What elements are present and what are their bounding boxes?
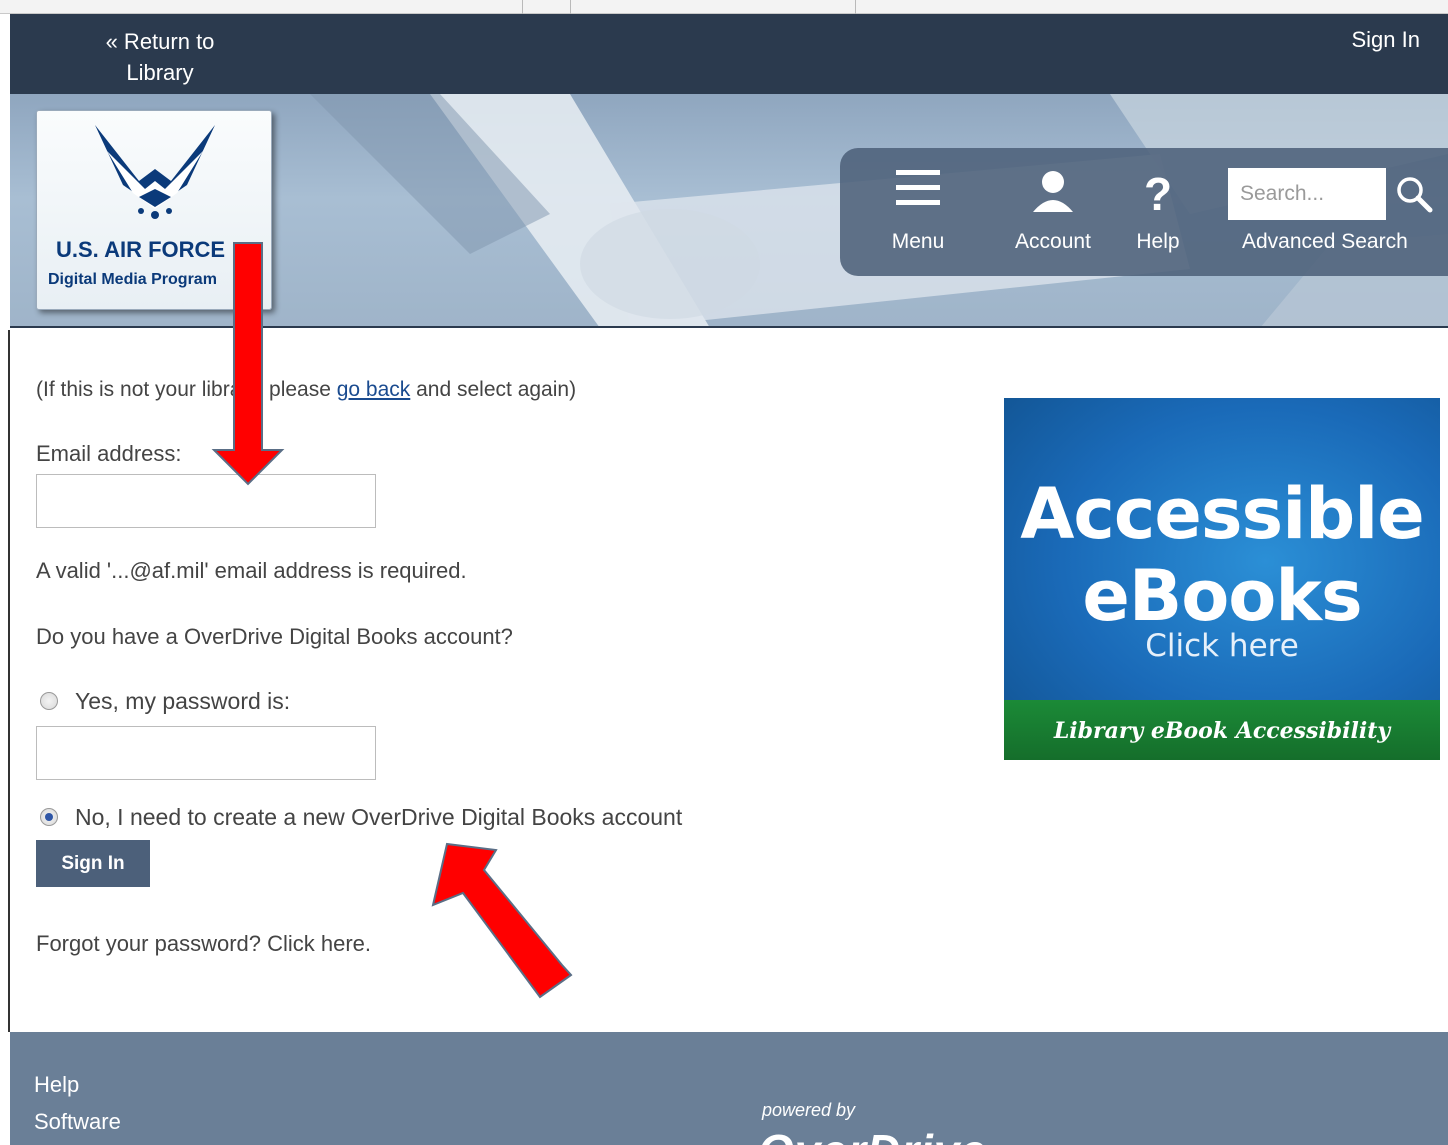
top-bar: « Return to Library Sign In	[10, 14, 1448, 94]
return-to-library-link[interactable]: « Return to Library	[90, 26, 230, 88]
email-label: Email address:	[36, 441, 182, 466]
browser-tab-edge	[522, 0, 523, 14]
library-note-suffix: and select again)	[410, 378, 577, 401]
content-left-border	[8, 330, 10, 1032]
search-icon	[1397, 177, 1433, 213]
email-field[interactable]	[36, 474, 376, 528]
nav-help-label: Help	[1136, 230, 1180, 253]
sign-in-button[interactable]: Sign In	[36, 840, 150, 887]
header-banner: U.S. AIR FORCE Digital Media Program Men…	[10, 94, 1448, 328]
forgot-password-link[interactable]: Forgot your password? Click here.	[36, 931, 371, 957]
password-field[interactable]	[36, 726, 376, 780]
nav-account-label: Account	[1015, 230, 1091, 253]
advanced-search-link[interactable]: Advanced Search	[1242, 230, 1408, 254]
footer-help-link[interactable]: Help	[34, 1072, 79, 1098]
footer-software-link[interactable]: Software	[34, 1109, 121, 1135]
library-note: (If this is not your library, please go …	[36, 378, 576, 402]
svg-text:?: ?	[1144, 168, 1172, 218]
ad-cta: Click here	[1145, 628, 1299, 664]
browser-tab-edge	[855, 0, 856, 14]
ad-title-line2: eBooks	[1082, 555, 1362, 637]
hamburger-menu-icon	[896, 170, 940, 205]
go-back-link[interactable]: go back	[337, 378, 411, 401]
search-input[interactable]	[1228, 168, 1386, 220]
nav-menu-label: Menu	[891, 230, 945, 253]
nav-account-button[interactable]: Account	[998, 148, 1108, 276]
ad-program-strip: Library eBook Accessibility Program	[1004, 700, 1440, 760]
powered-by-label: powered by	[762, 1100, 856, 1120]
radio-yes-password[interactable]	[40, 692, 58, 710]
air-force-wings-icon	[95, 125, 215, 219]
radio-no-label: No, I need to create a new OverDrive Dig…	[75, 804, 683, 830]
account-question: Do you have a OverDrive Digital Books ac…	[36, 624, 513, 649]
ad-title: Accessible eBooks	[1004, 473, 1440, 637]
logo-subtitle: Digital Media Program	[48, 271, 217, 288]
radio-no-create-account[interactable]	[40, 808, 58, 826]
air-force-logo[interactable]: U.S. AIR FORCE Digital Media Program	[36, 110, 272, 310]
search-button[interactable]	[1386, 168, 1442, 220]
radio-yes-label: Yes, my password is:	[75, 688, 291, 714]
browser-chrome-strip	[0, 0, 1448, 14]
logo-title: U.S. AIR FORCE	[56, 237, 226, 262]
overdrive-logo[interactable]: OverDrive	[758, 1124, 987, 1145]
ad-title-line1: Accessible	[1020, 473, 1425, 555]
accessible-ebooks-ad[interactable]: Accessible eBooks Click here Library eBo…	[1004, 398, 1440, 760]
nav-menu-button[interactable]: Menu	[878, 148, 958, 276]
annotation-arrow-up-left-icon	[431, 842, 573, 999]
email-hint: A valid '...@af.mil' email address is re…	[36, 558, 467, 583]
main-nav-panel: Menu Account ? Help Advanced Search	[840, 148, 1448, 276]
question-mark-icon: ?	[1144, 168, 1172, 220]
sign-in-link[interactable]: Sign In	[1352, 26, 1421, 54]
nav-help-button[interactable]: ? Help	[1122, 148, 1194, 276]
browser-tab-edge	[570, 0, 571, 14]
user-account-icon	[1033, 171, 1073, 212]
library-note-prefix: (If this is not your library, please	[36, 378, 337, 401]
page-footer: Help Software powered by OverDrive	[10, 1032, 1448, 1145]
